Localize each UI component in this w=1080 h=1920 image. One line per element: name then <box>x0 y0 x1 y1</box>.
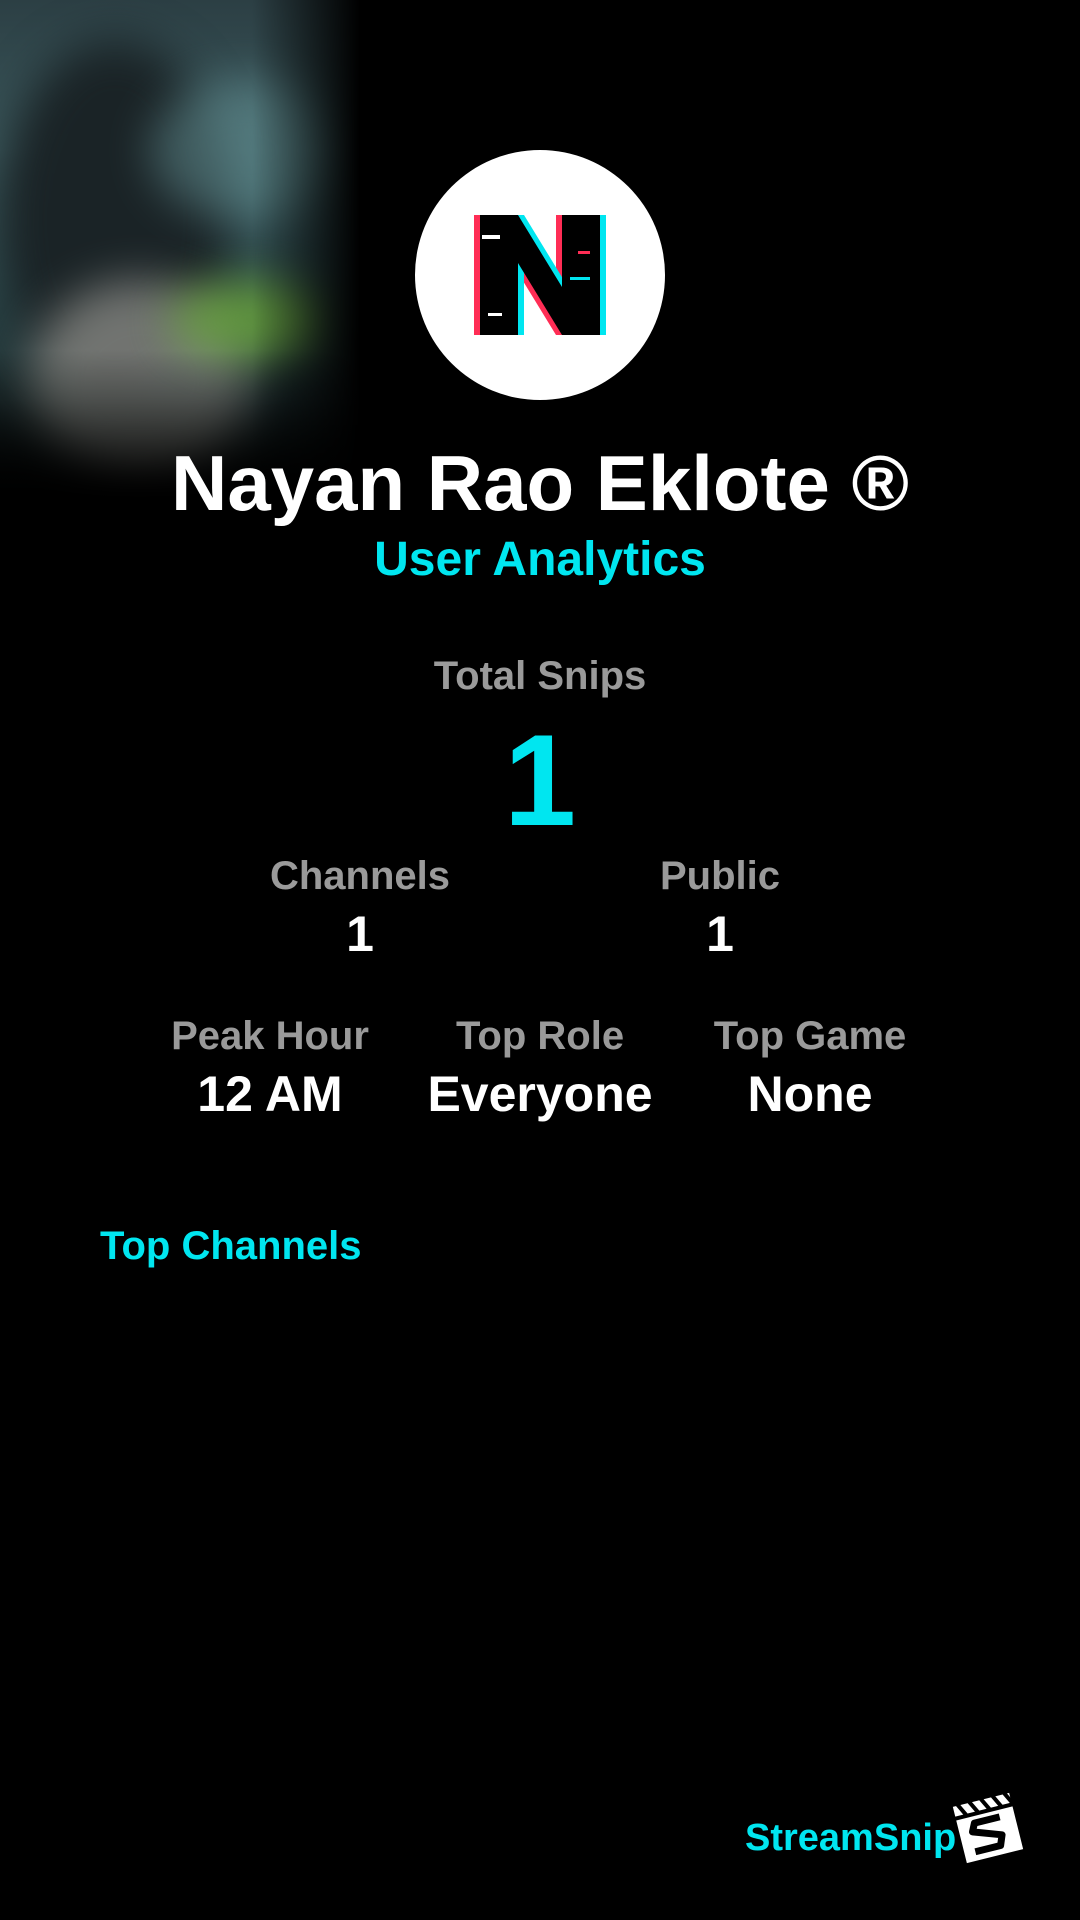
clapperboard-s-icon <box>950 1790 1026 1866</box>
top-channels-heading: Top Channels <box>100 1224 362 1268</box>
channels-stat: Channels 1 <box>240 850 480 966</box>
avatar <box>415 150 665 400</box>
public-value: 1 <box>706 906 734 962</box>
top-role-stat: Top Role Everyone <box>410 1010 670 1126</box>
glitch-letter-n-icon <box>474 215 606 335</box>
top-role-label: Top Role <box>455 1014 625 1058</box>
total-snips-value: 1 <box>503 707 577 853</box>
peak-hour-label: Peak Hour <box>171 1014 369 1058</box>
page-subtitle: User Analytics <box>374 533 706 586</box>
top-role-value: Everyone <box>427 1066 653 1122</box>
peak-hour-stat: Peak Hour 12 AM <box>150 1010 390 1126</box>
background-fade <box>0 0 360 500</box>
total-snips-label: Total Snips <box>433 654 647 698</box>
public-stat: Public 1 <box>600 850 840 966</box>
public-label: Public <box>659 854 781 898</box>
top-game-value: None <box>747 1066 873 1122</box>
profile-name: Nayan Rao Eklote ® <box>170 439 910 527</box>
top-game-stat: Top Game None <box>690 1010 930 1126</box>
top-game-label: Top Game <box>713 1014 907 1058</box>
channels-label: Channels <box>269 854 451 898</box>
peak-hour-value: 12 AM <box>197 1066 343 1122</box>
brand-name: StreamSnip <box>745 1817 957 1859</box>
channels-value: 1 <box>346 906 374 962</box>
